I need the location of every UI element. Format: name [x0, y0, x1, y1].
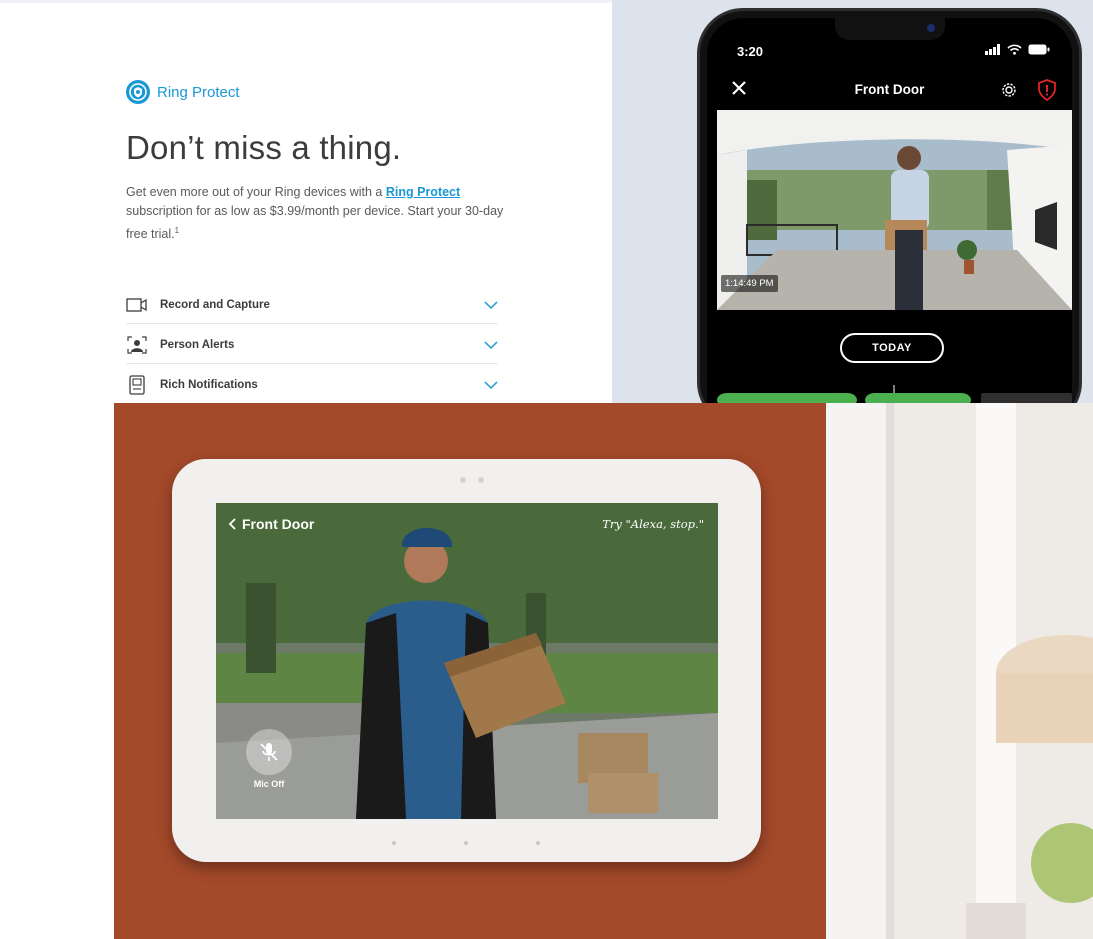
ring-protect-logo-icon: [126, 80, 150, 104]
chevron-left-icon: [228, 518, 236, 530]
chevron-down-icon[interactable]: [484, 300, 498, 310]
device-camera-icon: [460, 477, 466, 483]
mic-off-icon: [260, 743, 278, 761]
promo-description: Get even more out of your Ring devices w…: [126, 183, 506, 244]
phone-screen: 3:20 Front Door 1:14:49 PM TODAY: [707, 18, 1072, 403]
brand-name: Ring Protect: [157, 83, 240, 101]
feature-row-rich-notifications[interactable]: Rich Notifications: [126, 366, 498, 404]
footnote-marker: 1: [174, 226, 180, 235]
phone-notch: [835, 18, 945, 40]
status-icons: [985, 44, 1050, 55]
rich-notification-icon: [126, 375, 148, 395]
person-alert-icon: [126, 335, 148, 354]
room-background: [826, 403, 1093, 939]
page-headline: Don’t miss a thing.: [126, 129, 402, 166]
echo-show-screen[interactable]: Front Door Try "Alexa, stop." Mic Off: [216, 503, 718, 819]
feature-row-person-alerts[interactable]: Person Alerts: [126, 326, 498, 364]
echo-show-scene: Front Door Try "Alexa, stop." Mic Off: [114, 403, 1093, 939]
cellular-signal-icon: [985, 44, 1000, 55]
device-sensor-icon: [478, 477, 484, 483]
device-indicator-dot: [536, 841, 540, 845]
back-label: Front Door: [242, 516, 315, 532]
feature-label: Rich Notifications: [160, 379, 258, 391]
feature-label: Person Alerts: [160, 338, 235, 351]
camera-record-icon: [126, 296, 148, 314]
mic-off-label: Mic Off: [253, 779, 285, 789]
video-timestamp: 1:14:49 PM: [721, 275, 778, 292]
mic-off-button[interactable]: [246, 729, 292, 775]
desc-text-end: subscription for as low as $3.99/month p…: [126, 204, 504, 242]
ring-protect-link[interactable]: Ring Protect: [386, 185, 460, 199]
chevron-down-icon[interactable]: [484, 380, 498, 390]
delivery-person-image: [216, 503, 718, 819]
voice-hint: Try "Alexa, stop.": [602, 517, 704, 531]
battery-icon: [1028, 44, 1050, 55]
device-indicator-dot: [392, 841, 396, 845]
device-indicator-dot: [464, 841, 468, 845]
front-camera-icon: [927, 24, 935, 32]
event-timeline[interactable]: [717, 385, 1072, 403]
ring-protect-promo: Ring Protect Don’t miss a thing. Get eve…: [0, 0, 612, 403]
desc-text-start: Get even more out of your Ring devices w…: [126, 185, 386, 199]
ring-protect-brand[interactable]: Ring Protect: [126, 80, 240, 104]
wifi-icon: [1007, 44, 1022, 55]
today-button[interactable]: TODAY: [840, 333, 944, 363]
doorbell-camera-feed[interactable]: 1:14:49 PM: [717, 110, 1072, 310]
shield-alert-icon[interactable]: [1037, 79, 1057, 101]
gear-icon[interactable]: [999, 80, 1019, 100]
chevron-down-icon[interactable]: [484, 340, 498, 350]
back-button[interactable]: Front Door: [228, 516, 314, 532]
feature-row-record-and-capture[interactable]: Record and Capture: [126, 286, 498, 324]
echo-show-device: Front Door Try "Alexa, stop." Mic Off: [172, 459, 761, 862]
status-time: 3:20: [737, 44, 764, 59]
feature-label: Record and Capture: [160, 298, 270, 311]
